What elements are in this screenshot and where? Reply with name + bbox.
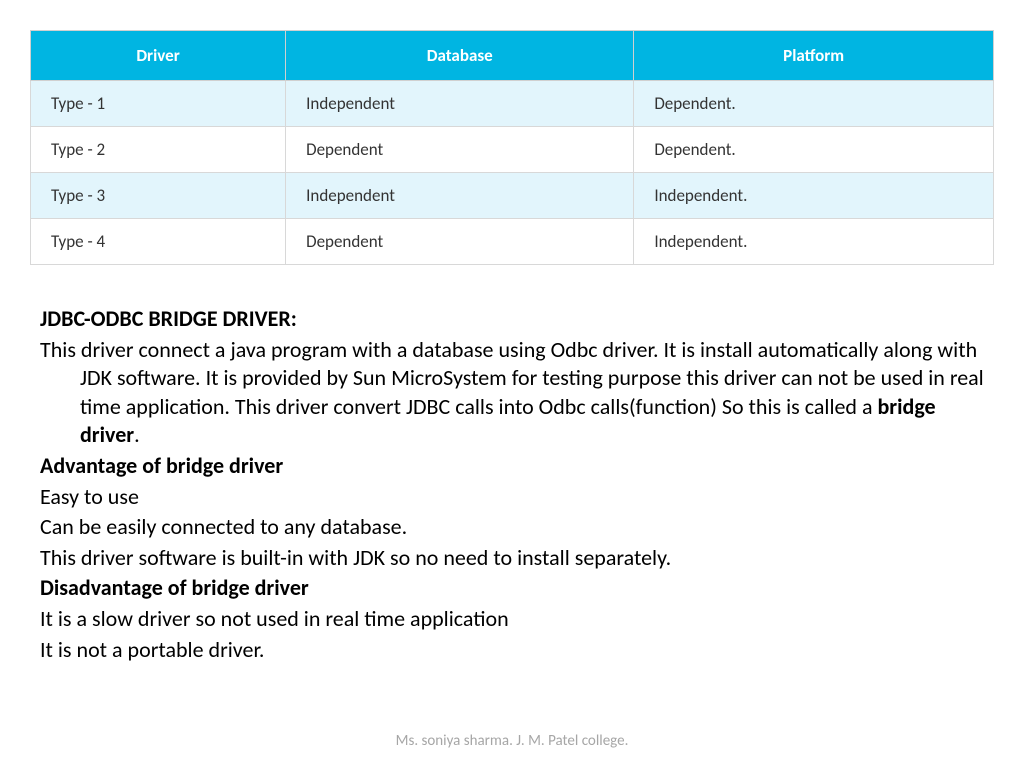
- disadvantages-heading: Disadvantage of bridge driver: [40, 574, 984, 603]
- cell-database: Independent: [286, 81, 634, 127]
- advantage-item: This driver software is built-in with JD…: [40, 544, 984, 573]
- disadvantage-item: It is a slow driver so not used in real …: [40, 605, 984, 634]
- table-row: Type - 3 Independent Independent.: [31, 173, 994, 219]
- advantage-item: Easy to use: [40, 483, 984, 512]
- col-database: Database: [286, 31, 634, 81]
- cell-driver: Type - 3: [31, 173, 286, 219]
- description-paragraph: This driver connect a java program with …: [40, 336, 984, 450]
- cell-platform: Independent.: [634, 219, 994, 265]
- para-text: This driver connect a java program with …: [40, 336, 984, 420]
- table-row: Type - 1 Independent Dependent.: [31, 81, 994, 127]
- section-title: JDBC-ODBC BRIDGE DRIVER:: [40, 305, 984, 334]
- footer-credit: Ms. soniya sharma. J. M. Patel college.: [30, 732, 994, 750]
- cell-driver: Type - 4: [31, 219, 286, 265]
- disadvantage-item: It is not a portable driver.: [40, 636, 984, 665]
- driver-types-table: Driver Database Platform Type - 1 Indepe…: [30, 30, 994, 265]
- table-row: Type - 4 Dependent Independent.: [31, 219, 994, 265]
- content-body: JDBC-ODBC BRIDGE DRIVER: This driver con…: [30, 305, 994, 664]
- cell-database: Dependent: [286, 219, 634, 265]
- cell-driver: Type - 1: [31, 81, 286, 127]
- advantage-item: Can be easily connected to any database.: [40, 513, 984, 542]
- table-row: Type - 2 Dependent Dependent.: [31, 127, 994, 173]
- table-header-row: Driver Database Platform: [31, 31, 994, 81]
- cell-platform: Independent.: [634, 173, 994, 219]
- cell-database: Independent: [286, 173, 634, 219]
- col-platform: Platform: [634, 31, 994, 81]
- cell-database: Dependent: [286, 127, 634, 173]
- cell-driver: Type - 2: [31, 127, 286, 173]
- col-driver: Driver: [31, 31, 286, 81]
- cell-platform: Dependent.: [634, 127, 994, 173]
- cell-platform: Dependent.: [634, 81, 994, 127]
- advantages-heading: Advantage of bridge driver: [40, 452, 984, 481]
- para-suffix: .: [134, 421, 140, 448]
